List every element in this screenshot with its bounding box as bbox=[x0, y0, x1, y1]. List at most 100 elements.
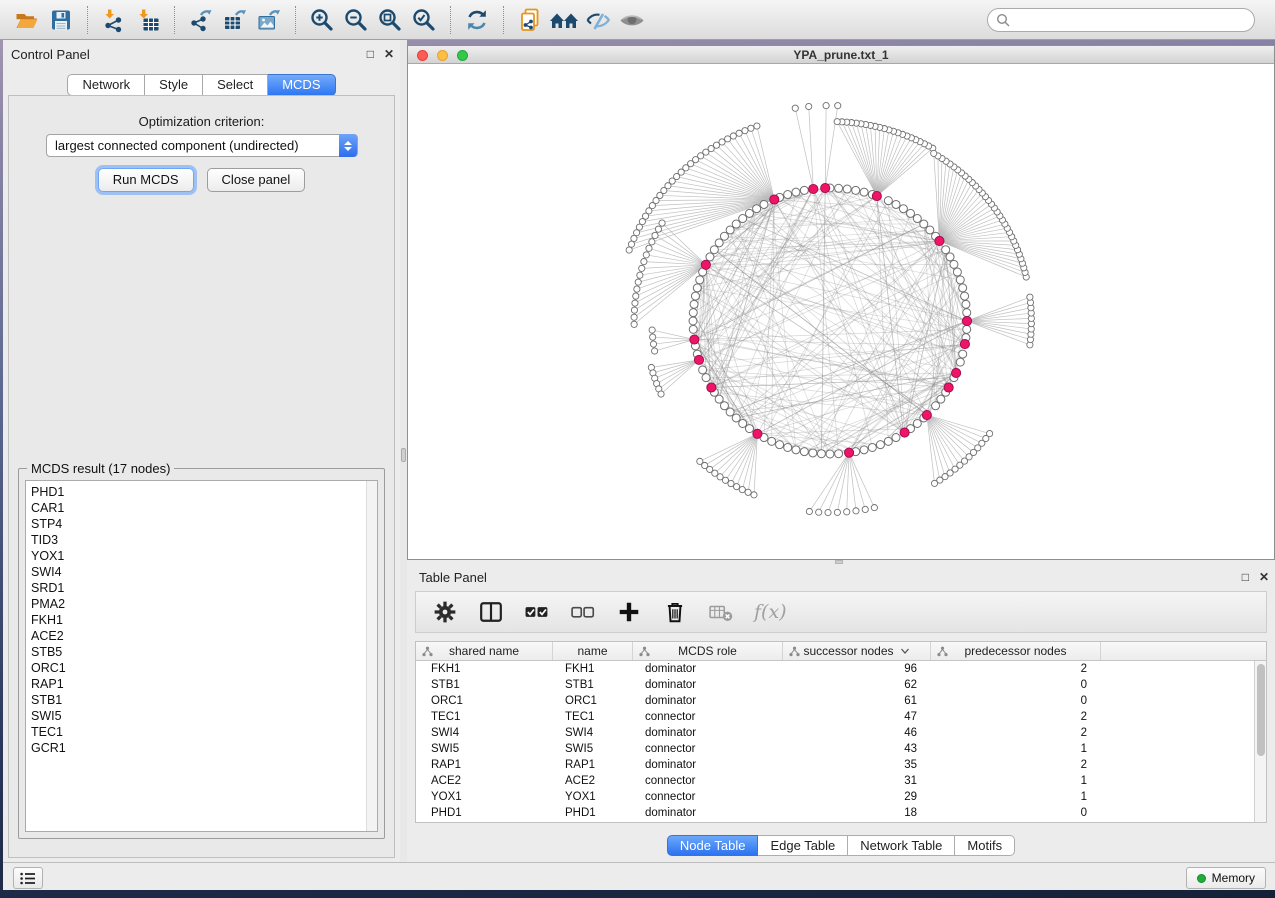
mcds-result-item[interactable]: RAP1 bbox=[31, 676, 377, 692]
cell-successor-nodes[interactable]: 61 bbox=[783, 693, 931, 709]
ring-node[interactable] bbox=[956, 276, 964, 284]
leaf-node[interactable] bbox=[931, 150, 937, 156]
cell-name[interactable]: SWI4 bbox=[553, 725, 633, 741]
cell-shared-name[interactable]: ORC1 bbox=[416, 693, 553, 709]
table-row[interactable]: SWI4SWI4dominator462 bbox=[416, 725, 1266, 741]
ring-node[interactable] bbox=[753, 205, 761, 213]
ring-node[interactable] bbox=[689, 317, 697, 325]
cell-name[interactable]: RAP1 bbox=[553, 757, 633, 773]
splitter-handle[interactable] bbox=[401, 448, 406, 462]
leaf-node[interactable] bbox=[658, 391, 664, 397]
cell-name[interactable]: SWI5 bbox=[553, 741, 633, 757]
mcds-hub-node[interactable] bbox=[935, 236, 944, 245]
leaf-node[interactable] bbox=[806, 103, 812, 109]
column-header-successor-nodes[interactable]: successor nodes bbox=[783, 642, 931, 660]
leaf-node[interactable] bbox=[862, 506, 868, 512]
cell-shared-name[interactable]: RAP1 bbox=[416, 757, 553, 773]
tab-motifs[interactable]: Motifs bbox=[955, 835, 1015, 856]
mcds-hub-node[interactable] bbox=[922, 410, 931, 419]
delete-table-icon[interactable] bbox=[708, 599, 734, 625]
cell-successor-nodes[interactable]: 96 bbox=[783, 661, 931, 677]
network-graph[interactable] bbox=[408, 64, 1274, 559]
cell-successor-nodes[interactable]: 47 bbox=[783, 709, 931, 725]
zoom-fit-icon[interactable] bbox=[373, 4, 407, 36]
ring-node[interactable] bbox=[884, 197, 892, 205]
ring-node[interactable] bbox=[739, 419, 747, 427]
cell-successor-nodes[interactable]: 31 bbox=[783, 773, 931, 789]
ring-node[interactable] bbox=[800, 448, 808, 456]
optimization-criterion-select[interactable]: largest connected component (undirected) bbox=[46, 134, 358, 157]
ring-node[interactable] bbox=[962, 300, 970, 308]
leaf-node[interactable] bbox=[745, 489, 751, 495]
column-header-shared-name[interactable]: shared name bbox=[416, 642, 553, 660]
close-panel-icon[interactable]: ✕ bbox=[1259, 568, 1269, 586]
eye-icon[interactable] bbox=[615, 4, 649, 36]
mcds-hub-node[interactable] bbox=[690, 335, 699, 344]
ring-node[interactable] bbox=[953, 268, 961, 276]
cell-mcds-role[interactable]: dominator bbox=[633, 757, 783, 773]
cell-shared-name[interactable]: TEC1 bbox=[416, 709, 553, 725]
leaf-node[interactable] bbox=[806, 508, 812, 514]
leaf-node[interactable] bbox=[631, 307, 637, 313]
ring-node[interactable] bbox=[732, 220, 740, 228]
mcds-result-item[interactable]: TEC1 bbox=[31, 724, 377, 740]
mcds-result-item[interactable]: YOX1 bbox=[31, 548, 377, 564]
mcds-result-item[interactable]: SWI5 bbox=[31, 708, 377, 724]
close-panel-icon[interactable]: ✕ bbox=[384, 45, 394, 63]
zoom-out-icon[interactable] bbox=[339, 4, 373, 36]
leaf-node[interactable] bbox=[739, 486, 745, 492]
table-row[interactable]: TEC1TEC1connector472 bbox=[416, 709, 1266, 725]
leaf-node[interactable] bbox=[655, 226, 661, 232]
splitter-handle[interactable] bbox=[835, 560, 843, 564]
function-builder-icon[interactable]: f(x) bbox=[754, 599, 787, 625]
tab-network-table[interactable]: Network Table bbox=[848, 835, 955, 856]
ring-node[interactable] bbox=[942, 246, 950, 254]
leaf-node[interactable] bbox=[643, 252, 649, 258]
import-table-icon[interactable] bbox=[131, 4, 165, 36]
cell-predecessor-nodes[interactable]: 1 bbox=[931, 773, 1101, 789]
network-window-titlebar[interactable]: YPA_prune.txt_1 bbox=[408, 46, 1274, 64]
tab-select[interactable]: Select bbox=[203, 74, 268, 96]
mcds-result-item[interactable]: FKH1 bbox=[31, 612, 377, 628]
leaf-node[interactable] bbox=[628, 241, 634, 247]
ring-node[interactable] bbox=[907, 209, 915, 217]
cell-name[interactable]: PHD1 bbox=[553, 805, 633, 821]
table-row[interactable]: ORC1ORC1dominator610 bbox=[416, 693, 1266, 709]
cell-name[interactable]: FKH1 bbox=[553, 661, 633, 677]
ring-node[interactable] bbox=[699, 366, 707, 374]
ring-node[interactable] bbox=[961, 292, 969, 300]
column-header-name[interactable]: name bbox=[553, 642, 633, 660]
ring-node[interactable] bbox=[876, 441, 884, 449]
memory-button[interactable]: Memory bbox=[1186, 867, 1266, 889]
mcds-hub-node[interactable] bbox=[962, 316, 971, 325]
cell-predecessor-nodes[interactable]: 2 bbox=[931, 709, 1101, 725]
leaf-node[interactable] bbox=[816, 509, 822, 515]
close-panel-button[interactable]: Close panel bbox=[207, 168, 306, 192]
leaf-node[interactable] bbox=[649, 327, 655, 333]
zoom-selected-icon[interactable] bbox=[407, 4, 441, 36]
ring-node[interactable] bbox=[689, 325, 697, 333]
ring-node[interactable] bbox=[715, 395, 723, 403]
new-network-from-selection-icon[interactable] bbox=[513, 4, 547, 36]
mcds-result-item[interactable]: STP4 bbox=[31, 516, 377, 532]
export-table-icon[interactable] bbox=[218, 4, 252, 36]
float-panel-icon[interactable]: □ bbox=[1242, 568, 1249, 586]
leaf-node[interactable] bbox=[871, 505, 877, 511]
ring-node[interactable] bbox=[702, 374, 710, 382]
houses-icon[interactable] bbox=[547, 4, 581, 36]
leaf-node[interactable] bbox=[650, 334, 656, 340]
zoom-in-icon[interactable] bbox=[305, 4, 339, 36]
ring-node[interactable] bbox=[884, 437, 892, 445]
search-input[interactable] bbox=[1010, 13, 1246, 27]
import-network-icon[interactable] bbox=[97, 4, 131, 36]
leaf-node[interactable] bbox=[635, 279, 641, 285]
ring-node[interactable] bbox=[715, 239, 723, 247]
leaf-node[interactable] bbox=[1027, 294, 1033, 300]
table-row[interactable]: RAP1RAP1dominator352 bbox=[416, 757, 1266, 773]
cell-mcds-role[interactable]: connector bbox=[633, 773, 783, 789]
column-header-predecessor-nodes[interactable]: predecessor nodes bbox=[931, 642, 1101, 660]
cell-shared-name[interactable]: SWI4 bbox=[416, 725, 553, 741]
mcds-result-item[interactable]: SRD1 bbox=[31, 580, 377, 596]
leaf-node[interactable] bbox=[631, 314, 637, 320]
ring-node[interactable] bbox=[913, 215, 921, 223]
